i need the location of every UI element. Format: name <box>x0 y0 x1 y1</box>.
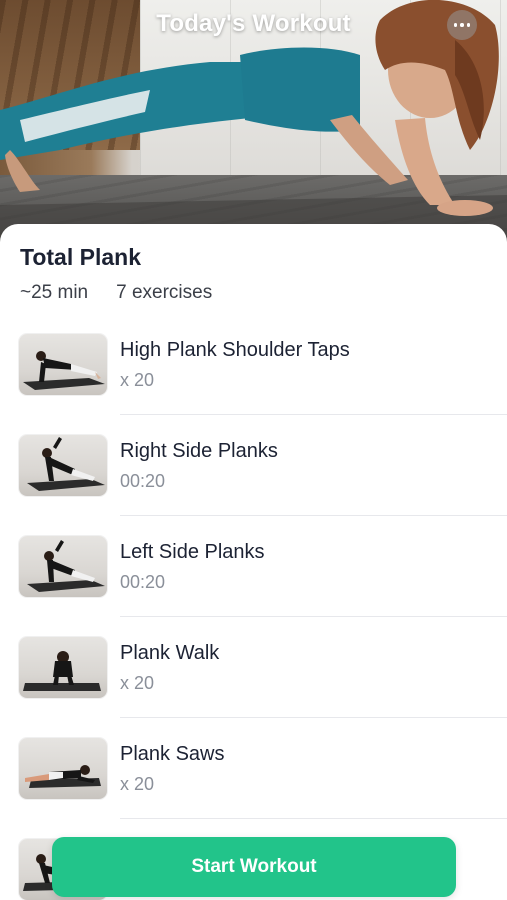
divider <box>120 818 507 819</box>
plan-duration: ~25 min <box>20 282 89 303</box>
exercise-thumbnail <box>19 536 107 597</box>
more-horizontal-icon <box>453 23 458 27</box>
plan-title: Total Plank <box>20 244 141 270</box>
exercise-list: High Plank Shoulder Taps x 20 Right Side… <box>0 324 507 900</box>
page-title: Today's Workout <box>156 10 351 37</box>
exercise-detail: 00:20 <box>120 471 166 491</box>
list-item[interactable]: High Plank Shoulder Taps x 20 <box>0 324 507 425</box>
exercise-thumbnail <box>19 334 107 395</box>
more-horizontal-icon-dot <box>460 23 464 27</box>
divider <box>120 717 507 718</box>
divider <box>120 414 507 415</box>
exercise-detail: x 20 <box>120 673 155 693</box>
exercise-detail: x 20 <box>120 370 155 390</box>
more-horizontal-icon-dot <box>466 23 471 27</box>
plan-exercise-count: 7 exercises <box>116 282 213 303</box>
exercise-thumbnail <box>19 738 107 799</box>
exercise-name: High Plank Shoulder Taps <box>120 339 350 361</box>
more-options-button[interactable] <box>447 10 477 40</box>
divider <box>120 616 507 617</box>
exercise-thumbnail <box>19 435 107 496</box>
workout-sheet: Total Plank ~25 min 7 exercises High Pla… <box>0 224 507 900</box>
plan-meta: ~25 min 7 exercises <box>20 282 212 304</box>
list-item[interactable]: Left Side Planks 00:20 <box>0 526 507 627</box>
divider <box>120 515 507 516</box>
exercise-detail: 00:20 <box>120 572 166 592</box>
exercise-name: Left Side Planks <box>120 541 265 563</box>
hero-image: Today's Workout <box>0 0 507 245</box>
workout-screen: Today's Workout Total Plank ~25 min 7 ex… <box>0 0 507 900</box>
list-item[interactable]: Plank Saws x 20 <box>0 728 507 829</box>
list-item[interactable]: Plank Walk x 20 <box>0 627 507 728</box>
start-workout-button[interactable]: Start Workout <box>52 837 456 897</box>
exercise-name: Plank Walk <box>120 642 220 664</box>
exercise-name: Right Side Planks <box>120 440 278 462</box>
exercise-detail: x 20 <box>120 774 155 794</box>
exercise-name: Plank Saws <box>120 743 225 765</box>
list-item[interactable]: Right Side Planks 00:20 <box>0 425 507 526</box>
exercise-thumbnail <box>19 637 107 698</box>
